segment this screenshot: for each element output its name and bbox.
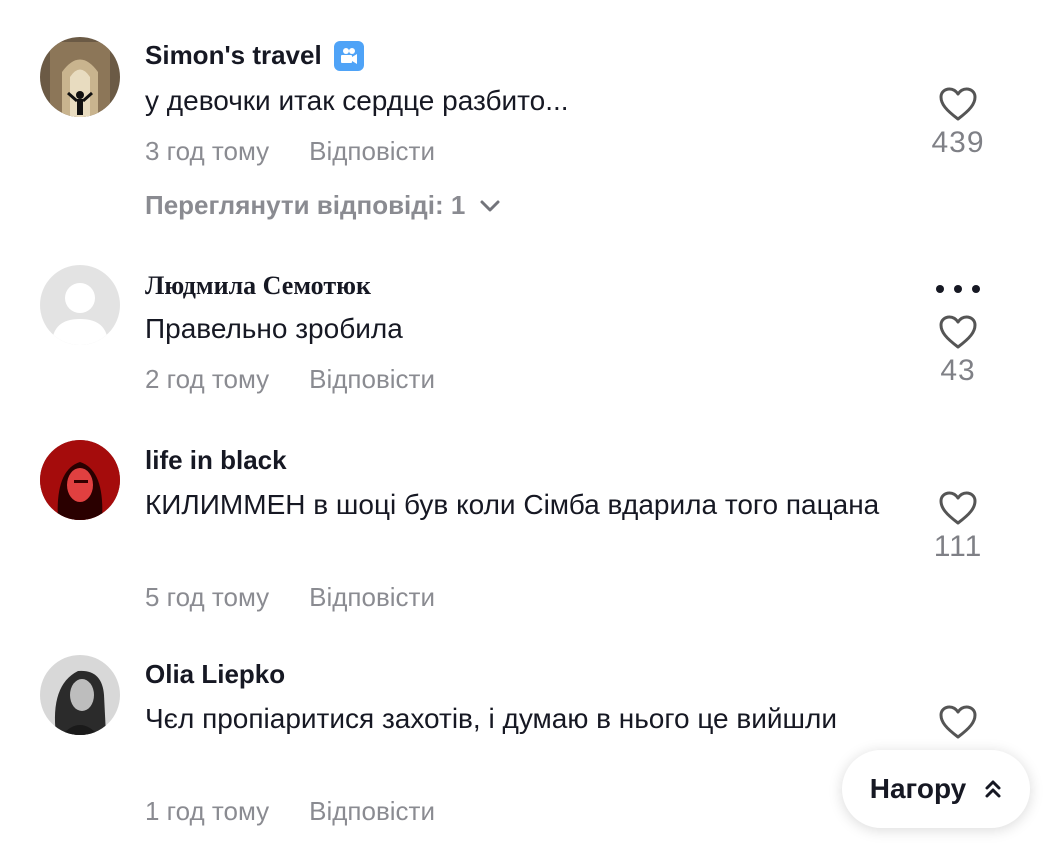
- chevron-down-icon: [480, 200, 500, 211]
- video-camera-icon: [333, 40, 364, 71]
- like-group: 43: [918, 314, 998, 388]
- double-chevron-up-icon: [985, 780, 1001, 798]
- comment-text: КИЛИММЕН в шоці був коли Сімба вдарила т…: [145, 489, 880, 520]
- like-count: 43: [940, 354, 976, 387]
- back-to-top-label: Нагору: [869, 773, 967, 804]
- comment-time: 1 год тому: [145, 796, 270, 826]
- comment-username[interactable]: Olia Liepko: [145, 659, 285, 690]
- reply-button[interactable]: Відповісти: [309, 582, 435, 613]
- heart-icon[interactable]: [938, 704, 978, 740]
- comment-username[interactable]: life in black: [145, 445, 287, 476]
- view-replies-label: Переглянути відповіді: 1: [145, 190, 466, 220]
- comment-meta: 5 год тому Відповісти: [145, 582, 435, 613]
- comment-time: 2 год тому: [145, 364, 270, 394]
- username-text: life in black: [145, 445, 287, 475]
- comment-username[interactable]: Людмила Семотюк: [145, 271, 371, 301]
- avatar[interactable]: [40, 37, 120, 117]
- like-count: 111: [933, 530, 983, 563]
- reply-button[interactable]: Відповісти: [309, 136, 435, 167]
- like-count: 439: [931, 126, 985, 159]
- avatar-photo-icon: [40, 37, 120, 117]
- back-to-top-button[interactable]: Нагору: [842, 750, 1030, 828]
- comment-time: 5 год тому: [145, 582, 270, 612]
- username-text: Olia Liepko: [145, 659, 286, 689]
- heart-icon[interactable]: [938, 490, 978, 526]
- avatar[interactable]: [40, 440, 120, 520]
- like-group: [918, 704, 998, 744]
- view-replies-button[interactable]: Переглянути відповіді: 1: [145, 190, 501, 221]
- comment-meta: 2 год тому Відповісти: [145, 364, 435, 395]
- comment-text: Чєл пропіаритися захотів, і думаю в ньог…: [145, 703, 838, 734]
- comment-time: 3 год тому: [145, 136, 270, 166]
- default-avatar-icon: [40, 265, 120, 345]
- avatar[interactable]: [40, 655, 120, 735]
- reply-button[interactable]: Відповісти: [309, 364, 435, 395]
- avatar-photo-icon: [40, 440, 120, 520]
- comment-item: Simon's travel у девочки итак сердце раз…: [0, 0, 1050, 240]
- comment-username[interactable]: Simon's travel: [145, 40, 364, 71]
- comment-meta: 1 год тому Відповісти: [145, 796, 435, 827]
- comment-text: Правельно зробила: [145, 313, 403, 344]
- username-text: Simon's travel: [145, 40, 322, 70]
- reply-button[interactable]: Відповісти: [309, 796, 435, 827]
- like-group: 439: [918, 86, 998, 160]
- avatar-photo-icon: [40, 655, 120, 735]
- username-text: Людмила Семотюк: [145, 271, 371, 300]
- like-group: 111: [918, 490, 998, 564]
- heart-icon[interactable]: [938, 86, 978, 122]
- more-options-icon[interactable]: [936, 285, 980, 293]
- comment-text: у девочки итак сердце разбито...: [145, 85, 569, 116]
- comment-meta: 3 год тому Відповісти: [145, 136, 435, 167]
- avatar[interactable]: [40, 265, 120, 345]
- heart-icon[interactable]: [938, 314, 978, 350]
